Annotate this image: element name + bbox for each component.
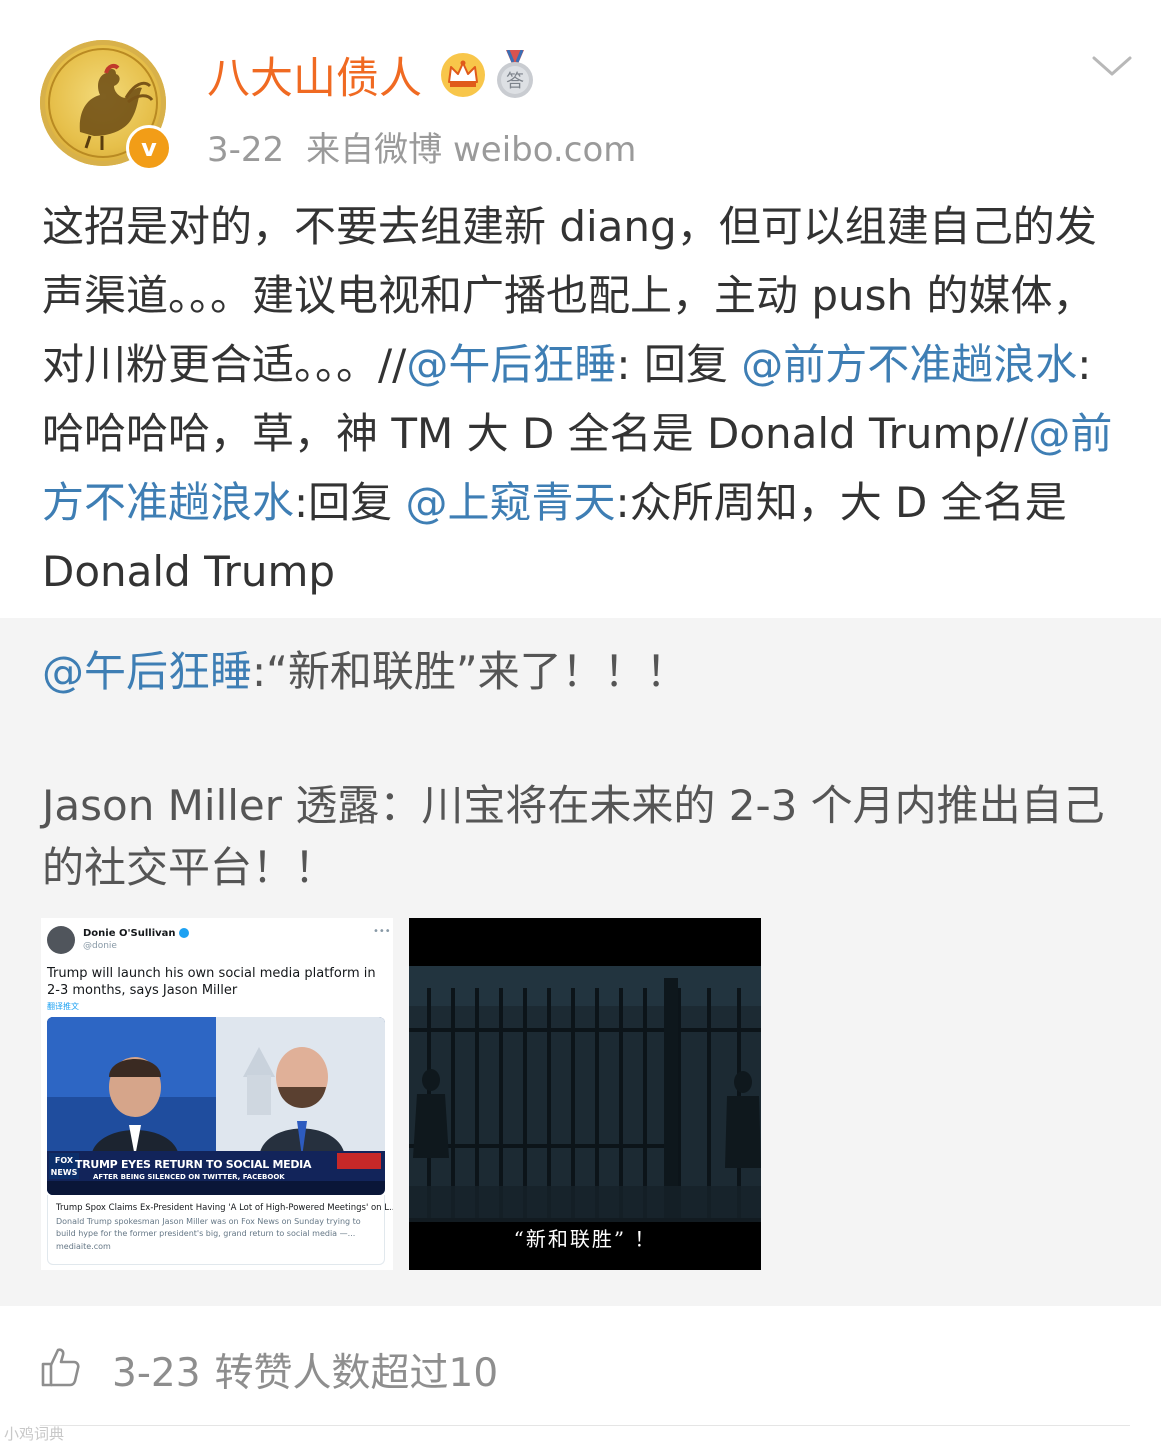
movie-subtitle: “新和联胜” ！ xyxy=(513,1227,657,1251)
tweet-author: Donie O'Sullivan xyxy=(83,928,189,939)
image-thumbnail-movie[interactable]: “新和联胜” ！ xyxy=(409,918,761,1270)
post-text-part: : 回复 xyxy=(616,340,728,389)
repost-header: @午后狂睡:“新和联胜”来了！！！ xyxy=(42,642,688,702)
post-text: 这招是对的，不要去组建新 diang，但可以组建自己的发声渠道。。。建议电视和广… xyxy=(42,192,1122,606)
post-source[interactable]: 来自微博 weibo.com xyxy=(306,130,636,170)
tweet-author-name: Donie O'Sullivan xyxy=(83,928,176,939)
repost-body: Jason Miller 透露：川宝将在未来的 2-3 个月内推出自己的社交平台… xyxy=(42,781,1105,892)
tweet-card-description: Donald Trump spokesman Jason Miller was … xyxy=(56,1217,361,1238)
medal-label: 答 xyxy=(506,71,524,92)
watermark: 小鸡词典 xyxy=(4,1425,65,1443)
post-date: 3-22 xyxy=(207,130,285,170)
username[interactable]: 八大山债人 xyxy=(207,44,422,106)
repost-text: :“新和联胜”来了！！！ xyxy=(252,647,688,696)
tweet-card-title: Trump Spox Claims Ex-President Having 'A… xyxy=(56,1203,393,1213)
post-meta: 3-22 来自微博 weibo.com xyxy=(207,122,636,171)
footer-stats: 3-23 转赞人数超过10 xyxy=(112,1342,498,1398)
crown-icon[interactable] xyxy=(440,52,486,98)
repost-author-link[interactable]: @午后狂睡 xyxy=(42,647,252,696)
tweet-chyron: TRUMP EYES RETURN TO SOCIAL MEDIA xyxy=(75,1158,312,1171)
footer-date: 3-23 xyxy=(112,1351,201,1396)
mention-link[interactable]: @上窥青天 xyxy=(406,478,616,527)
tweet-chyron-sub: AFTER BEING SILENCED ON TWITTER, FACEBOO… xyxy=(93,1173,285,1181)
verified-icon xyxy=(178,928,189,938)
thumbs-up-icon[interactable] xyxy=(40,1346,80,1388)
medal-icon[interactable]: 答 xyxy=(494,50,536,100)
more-icon: ••• xyxy=(373,926,391,937)
tweet-card-domain: mediaite.com xyxy=(56,1242,111,1251)
image-thumbnail-tweet[interactable]: Donie O'Sullivan @donie ••• Trump will l… xyxy=(41,918,393,1270)
tweet-handle: @donie xyxy=(83,941,117,951)
tweet-text: Trump will launch his own social media p… xyxy=(47,966,376,998)
footer-text: 转赞人数超过10 xyxy=(214,1351,499,1396)
chevron-down-icon[interactable] xyxy=(1090,50,1134,80)
mention-link[interactable]: @前方不准趟浪水 xyxy=(741,340,1077,389)
divider xyxy=(40,1425,1130,1426)
post-text-part: :回复 xyxy=(294,478,393,527)
verified-icon: v xyxy=(126,125,172,171)
tweet-card-footer: Trump Spox Claims Ex-President Having 'A… xyxy=(47,1195,393,1265)
tweet-avatar xyxy=(47,926,75,954)
tweet-translate: 翻译推文 xyxy=(47,1002,79,1011)
mention-link[interactable]: @午后狂睡 xyxy=(406,340,616,389)
tweet-card-image: FOX NEWS TRUMP EYES RETURN TO SOCIAL MED… xyxy=(47,1017,385,1195)
